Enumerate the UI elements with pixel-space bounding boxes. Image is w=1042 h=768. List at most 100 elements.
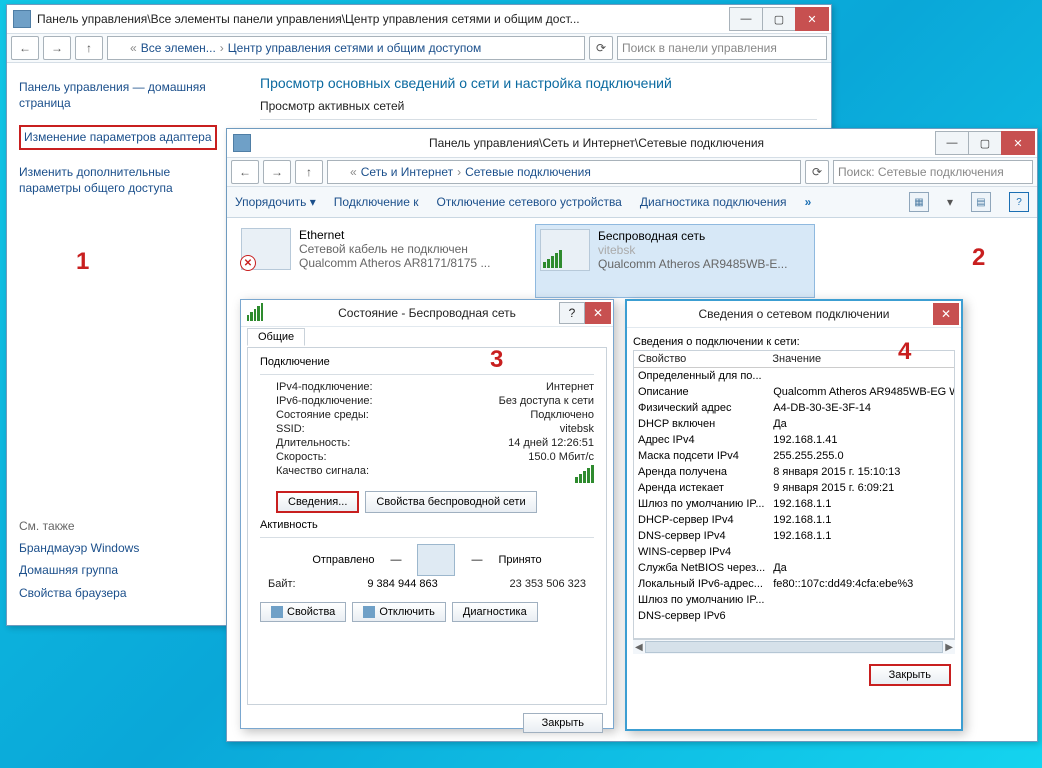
sidebar-inetopt[interactable]: Свойства браузера	[19, 585, 234, 601]
bc-root[interactable]: Все элемен...	[141, 41, 216, 55]
activity-sep: —	[471, 554, 482, 566]
close-button[interactable]: Закрыть	[869, 664, 951, 686]
adapter-name: Ethernet	[299, 228, 490, 242]
recv-label: Принято	[498, 554, 541, 566]
bc-leaf[interactable]: Центр управления сетями и общим доступом	[228, 41, 482, 55]
titlebar[interactable]: Панель управления\Все элементы панели уп…	[7, 5, 831, 33]
tb-organize[interactable]: Упорядочить ▾	[235, 195, 316, 209]
path-icon	[112, 41, 126, 55]
adapter-device: Qualcomm Atheros AR8171/8175 ...	[299, 256, 490, 270]
tab-general[interactable]: Общие	[247, 328, 305, 346]
breadcrumb-nc[interactable]: « Сеть и Интернет › Сетевые подключения	[327, 160, 801, 184]
hscrollbar[interactable]: ◀▶	[633, 639, 955, 654]
dialog-connection-details: Сведения о сетевом подключении ✕ Сведени…	[625, 299, 963, 731]
signal-label: Качество сигнала:	[276, 465, 369, 483]
disable-button[interactable]: Отключить	[352, 602, 446, 622]
nav-up-button[interactable]: ↑	[295, 160, 323, 184]
bc-mid[interactable]: Сеть и Интернет	[361, 165, 453, 179]
search-input[interactable]: Поиск в панели управления	[617, 36, 827, 60]
sidebar-change-sharing[interactable]: Изменить дополнительные параметры общего…	[19, 164, 234, 196]
dialog-title[interactable]: Состояние - Беспроводная сеть ?✕	[241, 300, 613, 327]
nav-fwd-button[interactable]: →	[263, 160, 291, 184]
diagnose-button[interactable]: Диагностика	[452, 602, 538, 622]
speed-value: 150.0 Мбит/с	[528, 451, 594, 463]
wireless-props-button[interactable]: Свойства беспроводной сети	[365, 491, 536, 513]
col-value[interactable]: Значение	[768, 351, 954, 368]
properties-button[interactable]: Свойства	[260, 602, 346, 622]
nav-fwd-button[interactable]: →	[43, 36, 71, 60]
adapter-name: Беспроводная сеть	[598, 229, 787, 243]
window-title: Панель управления\Все элементы панели уп…	[37, 12, 730, 26]
help-button[interactable]: ?	[559, 302, 585, 324]
details-rows: Определенный для по...ОписаниеQualcomm A…	[634, 368, 955, 624]
bc-leaf[interactable]: Сетевые подключения	[465, 165, 591, 179]
table-row: Аренда получена8 января 2015 г. 15:10:13	[634, 464, 955, 480]
search-input[interactable]: Поиск: Сетевые подключения	[833, 160, 1033, 184]
ipv4-value: Интернет	[546, 381, 594, 393]
table-row: DHCP включенДа	[634, 416, 955, 432]
duration-value: 14 дней 12:26:51	[508, 437, 594, 449]
preview-icon[interactable]: ▤	[971, 192, 991, 212]
sidebar: Панель управления — домашняя страница Из…	[7, 63, 246, 627]
annotation-4: 4	[898, 338, 911, 366]
bc-chevron-icon: «	[130, 41, 137, 55]
activity-sep: —	[390, 554, 401, 566]
maximize-button[interactable]: ▢	[762, 7, 796, 31]
app-icon	[13, 10, 31, 28]
nav-back-button[interactable]: ←	[231, 160, 259, 184]
adapter-ethernet[interactable]: ✕ Ethernet Сетевой кабель не подключен Q…	[237, 224, 515, 298]
view-icon[interactable]: ▦	[909, 192, 929, 212]
close-button[interactable]: ✕	[1001, 131, 1035, 155]
dialog-title-text: Сведения о сетевом подключении	[699, 307, 890, 321]
tb-more-icon[interactable]: »	[805, 195, 812, 209]
annotation-1: 1	[76, 248, 89, 276]
table-row: WINS-сервер IPv4	[634, 544, 955, 560]
ipv4-label: IPv4-подключение:	[276, 381, 373, 393]
titlebar-nc[interactable]: Панель управления\Сеть и Интернет\Сетевы…	[227, 129, 1037, 157]
table-row: Шлюз по умолчанию IP...192.168.1.1	[634, 496, 955, 512]
close-button[interactable]: ✕	[795, 7, 829, 31]
close-button[interactable]: ✕	[933, 303, 959, 325]
ipv6-label: IPv6-подключение:	[276, 395, 373, 407]
table-row: Служба NetBIOS через...Да	[634, 560, 955, 576]
search-placeholder: Поиск в панели управления	[622, 41, 777, 55]
close-button[interactable]: ✕	[585, 302, 611, 324]
minimize-button[interactable]: —	[935, 131, 969, 155]
col-property[interactable]: Свойство	[634, 351, 768, 368]
adapter-wifi[interactable]: Беспроводная сеть vitebsk Qualcomm Ather…	[535, 224, 815, 298]
sidebar-firewall[interactable]: Брандмауэр Windows	[19, 540, 234, 556]
refresh-button[interactable]: ⟳	[805, 160, 829, 184]
media-value: Подключено	[530, 409, 594, 421]
bc-chevron-icon: «	[350, 165, 357, 179]
disconnected-icon: ✕	[240, 255, 256, 271]
sidebar-home[interactable]: Панель управления — домашняя страница	[19, 79, 234, 111]
details-button[interactable]: Сведения...	[276, 491, 359, 513]
toolbar-nc: Упорядочить ▾ Подключение к Отключение с…	[227, 187, 1037, 218]
breadcrumb[interactable]: « Все элемен... › Центр управления сетям…	[107, 36, 585, 60]
sidebar-change-adapter[interactable]: Изменение параметров адаптера	[19, 125, 234, 149]
table-row: Аренда истекает9 января 2015 г. 6:09:21	[634, 480, 955, 496]
nav-up-button[interactable]: ↑	[75, 36, 103, 60]
wifi-icon	[540, 229, 590, 271]
table-row: Адрес IPv4192.168.1.41	[634, 432, 955, 448]
refresh-button[interactable]: ⟳	[589, 36, 613, 60]
help-icon[interactable]: ?	[1009, 192, 1029, 212]
app-icon	[233, 134, 251, 152]
tb-connect[interactable]: Подключение к	[334, 195, 419, 209]
ethernet-icon: ✕	[241, 228, 291, 270]
see-also-label: См. также	[19, 518, 234, 534]
sidebar-change-adapter-label: Изменение параметров адаптера	[19, 125, 217, 149]
annotation-2: 2	[972, 244, 985, 272]
address-bar-nc: ← → ↑ « Сеть и Интернет › Сетевые подклю…	[227, 157, 1037, 187]
minimize-button[interactable]: —	[729, 7, 763, 31]
close-button[interactable]: Закрыть	[523, 713, 603, 733]
tb-diag[interactable]: Диагностика подключения	[640, 195, 787, 209]
dialog-title[interactable]: Сведения о сетевом подключении ✕	[627, 301, 961, 328]
sidebar-homegroup[interactable]: Домашняя группа	[19, 562, 234, 578]
section-activity: Активность	[260, 519, 594, 531]
nav-back-button[interactable]: ←	[11, 36, 39, 60]
section-connection: Подключение	[260, 356, 594, 368]
tb-disable[interactable]: Отключение сетевого устройства	[436, 195, 621, 209]
ssid-label: SSID:	[276, 423, 305, 435]
maximize-button[interactable]: ▢	[968, 131, 1002, 155]
